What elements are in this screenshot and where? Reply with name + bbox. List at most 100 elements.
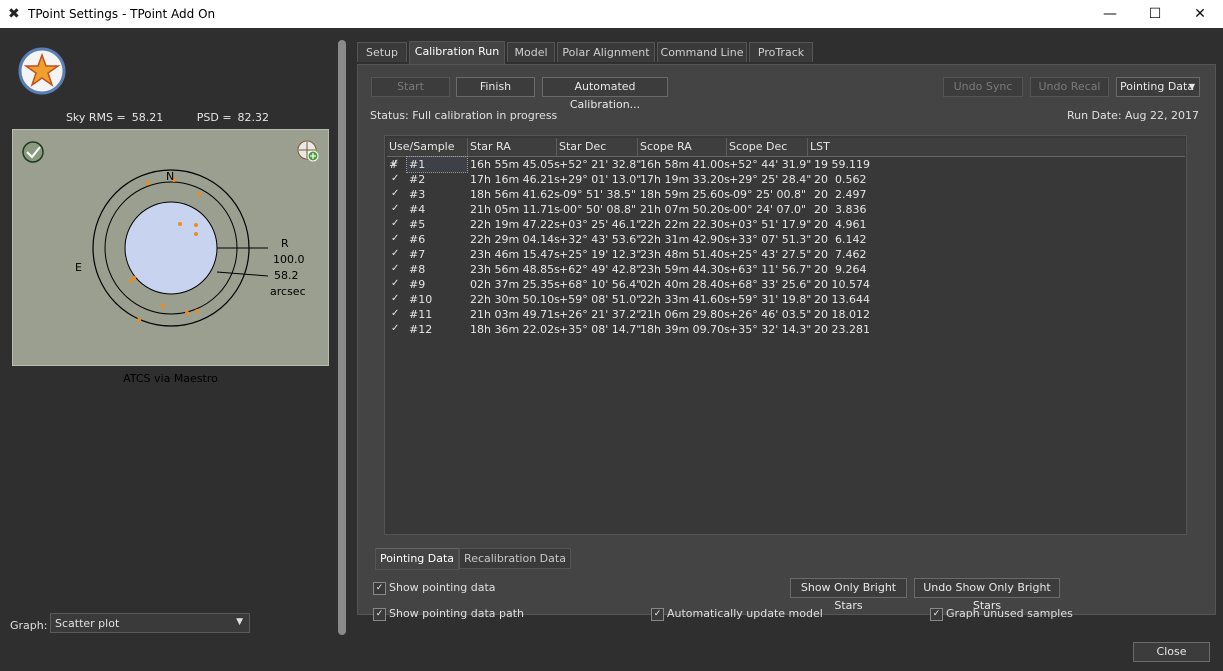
- checkbox-box[interactable]: ✓: [930, 608, 943, 621]
- lst-cell: 20 2.497: [814, 188, 867, 201]
- checkbox-box[interactable]: ✓: [651, 608, 664, 621]
- scatter-plot-graph[interactable]: N E R 100.0 58.2 arcsec ATCS via Maestro: [12, 129, 329, 385]
- show-bright-stars-button[interactable]: Show Only Bright Stars: [790, 578, 907, 612]
- table-row[interactable]: ✓ #11 21h 03m 49.71s +26° 21' 37.2" 21h 06m …: [387, 307, 1185, 322]
- outer-radius-value: 100.0: [273, 253, 305, 266]
- tab-polar-alignment[interactable]: Polar Alignment: [557, 42, 655, 62]
- star-dec-cell: +03° 25' 46.1": [559, 218, 642, 231]
- lst-cell: 20 7.462: [814, 248, 867, 261]
- tab-command-line[interactable]: Command Line: [657, 42, 747, 62]
- pointing-data-dropdown[interactable]: Pointing Data ▼: [1116, 77, 1200, 97]
- table-row[interactable]: ✓ #4 21h 05m 11.71s -00° 50' 08.8" 21h 07m 5…: [387, 202, 1185, 217]
- column-header-star-dec[interactable]: Star Dec: [557, 138, 638, 156]
- undo-recal-button[interactable]: Undo Recal: [1030, 77, 1109, 97]
- scope-dec-cell: +03° 51' 17.9": [729, 218, 812, 231]
- star-dec-cell: +25° 19' 12.3": [559, 248, 642, 261]
- column-header-scope-ra[interactable]: Scope RA: [638, 138, 727, 156]
- star-ra-cell: 18h 56m 41.62s: [470, 188, 560, 201]
- minimize-button[interactable]: —: [1090, 3, 1130, 25]
- maximize-button[interactable]: ☐: [1135, 3, 1175, 25]
- table-row[interactable]: ✓ #9 02h 37m 25.35s +68° 10' 56.4" 02h 40m 2…: [387, 277, 1185, 292]
- use-sample-checkbox[interactable]: ✓: [391, 218, 402, 229]
- scope-ra-cell: 16h 58m 41.00s: [640, 158, 730, 171]
- automated-calibration-button[interactable]: Automated Calibration...: [542, 77, 668, 111]
- column-header-star-ra[interactable]: Star RA: [468, 138, 557, 156]
- table-row[interactable]: ✓ #5 22h 19m 47.22s +03° 25' 46.1" 22h 22m 2…: [387, 217, 1185, 232]
- close-button[interactable]: Close: [1133, 642, 1210, 662]
- star-ra-cell: 22h 30m 50.10s: [470, 293, 560, 306]
- tab-calibration-run[interactable]: Calibration Run: [409, 41, 505, 64]
- table-row[interactable]: ✓ #1 16h 55m 45.05s +52° 21' 32.8" 16h 58m 4…: [387, 156, 1185, 173]
- use-sample-checkbox[interactable]: ✓: [391, 188, 402, 199]
- use-sample-checkbox[interactable]: ✓: [391, 203, 402, 214]
- column-header-scope-dec[interactable]: Scope Dec: [727, 138, 808, 156]
- graph-type-select[interactable]: Scatter plot ▼: [50, 613, 250, 633]
- column-header-use-sample[interactable]: Use/Sample #: [387, 138, 468, 171]
- scope-ra-cell: 23h 59m 44.30s: [640, 263, 730, 276]
- use-sample-checkbox[interactable]: ✓: [391, 158, 402, 169]
- scope-ra-cell: 18h 59m 25.60s: [640, 188, 730, 201]
- tab-setup[interactable]: Setup: [357, 42, 407, 62]
- star-dec-cell: +26° 21' 37.2": [559, 308, 642, 321]
- use-sample-checkbox[interactable]: ✓: [391, 173, 402, 184]
- use-sample-checkbox[interactable]: ✓: [391, 323, 402, 334]
- use-sample-checkbox[interactable]: ✓: [391, 233, 402, 244]
- panel-splitter[interactable]: [338, 40, 346, 635]
- table-row[interactable]: ✓ #2 17h 16m 46.21s +29° 01' 13.0" 17h 19m 3…: [387, 172, 1185, 187]
- data-point: [185, 311, 189, 315]
- use-sample-checkbox[interactable]: ✓: [391, 308, 402, 319]
- table-row[interactable]: ✓ #7 23h 46m 15.47s +25° 19' 12.3" 23h 48m 5…: [387, 247, 1185, 262]
- scope-ra-cell: 21h 06m 29.80s: [640, 308, 730, 321]
- use-sample-checkbox[interactable]: ✓: [391, 263, 402, 274]
- psd-label: PSD =: [196, 111, 232, 124]
- window-title: TPoint Settings - TPoint Add On: [28, 7, 216, 21]
- right-panel: Setup Calibration Run Model Polar Alignm…: [357, 28, 1217, 671]
- lst-cell: 20 18.012: [814, 308, 870, 321]
- r-label: R: [281, 237, 289, 250]
- sample-number: #8: [409, 263, 426, 276]
- table-row[interactable]: ✓ #12 18h 36m 22.02s +35° 08' 14.7" 18h 39m …: [387, 322, 1185, 337]
- tab-model[interactable]: Model: [507, 42, 555, 62]
- subtab-recalibration-data[interactable]: Recalibration Data: [459, 548, 571, 569]
- scope-dec-cell: +25° 43' 27.5": [729, 248, 812, 261]
- close-window-button[interactable]: ✕: [1180, 3, 1220, 25]
- use-sample-checkbox[interactable]: ✓: [391, 278, 402, 289]
- undo-bright-stars-button[interactable]: Undo Show Only Bright Stars: [914, 578, 1060, 612]
- table-row[interactable]: ✓ #3 18h 56m 41.62s -09° 51' 38.5" 18h 59m 2…: [387, 187, 1185, 202]
- subtab-pointing-data[interactable]: Pointing Data: [375, 548, 459, 570]
- star-ra-cell: 22h 19m 47.22s: [470, 218, 560, 231]
- checkbox-box[interactable]: ✓: [373, 582, 386, 595]
- graph-select-label: Graph:: [10, 619, 48, 632]
- table-row[interactable]: ✓ #6 22h 29m 04.14s +32° 43' 53.6" 22h 31m 4…: [387, 232, 1185, 247]
- scope-ra-cell: 21h 07m 50.20s: [640, 203, 730, 216]
- finish-button[interactable]: Finish: [456, 77, 535, 97]
- table-row[interactable]: ✓ #10 22h 30m 50.10s +59° 08' 51.0" 22h 33m …: [387, 292, 1185, 307]
- use-sample-checkbox[interactable]: ✓: [391, 293, 402, 304]
- data-point: [197, 192, 201, 196]
- column-header-lst[interactable]: LST: [808, 138, 1185, 156]
- app-icon: ✖: [8, 6, 20, 22]
- graph-caption: ATCS via Maestro: [123, 372, 218, 385]
- sample-number: #7: [409, 248, 426, 261]
- undo-sync-button[interactable]: Undo Sync: [943, 77, 1023, 97]
- start-button[interactable]: Start: [371, 77, 450, 97]
- use-sample-checkbox[interactable]: ✓: [391, 248, 402, 259]
- sky-rms-value: 58.21: [131, 111, 164, 124]
- lst-cell: 20 10.574: [814, 278, 870, 291]
- table-row[interactable]: ✓ #8 23h 56m 48.85s +62° 49' 42.8" 23h 59m 4…: [387, 262, 1185, 277]
- data-point: [195, 309, 199, 313]
- left-panel: Sky RMS = 58.21 PSD = 82.32 N E R 100.0 …: [0, 28, 335, 671]
- star-ra-cell: 18h 36m 22.02s: [470, 323, 560, 336]
- star-ra-cell: 22h 29m 04.14s: [470, 233, 560, 246]
- chevron-down-icon: ▼: [1188, 82, 1195, 91]
- checkbox-box[interactable]: ✓: [373, 608, 386, 621]
- table-header: Use/Sample # Star RA Star Dec Scope RA S…: [387, 138, 1185, 171]
- pointing-data-table[interactable]: Use/Sample # Star RA Star Dec Scope RA S…: [384, 135, 1187, 535]
- tab-protrack[interactable]: ProTrack: [749, 42, 813, 62]
- lst-cell: 20 6.142: [814, 233, 867, 246]
- north-label: N: [166, 170, 175, 183]
- scope-dec-cell: +63° 11' 56.7": [729, 263, 812, 276]
- lst-cell: 20 4.961: [814, 218, 867, 231]
- unit-label: arcsec: [270, 285, 306, 298]
- star-dec-cell: -09° 51' 38.5": [559, 188, 637, 201]
